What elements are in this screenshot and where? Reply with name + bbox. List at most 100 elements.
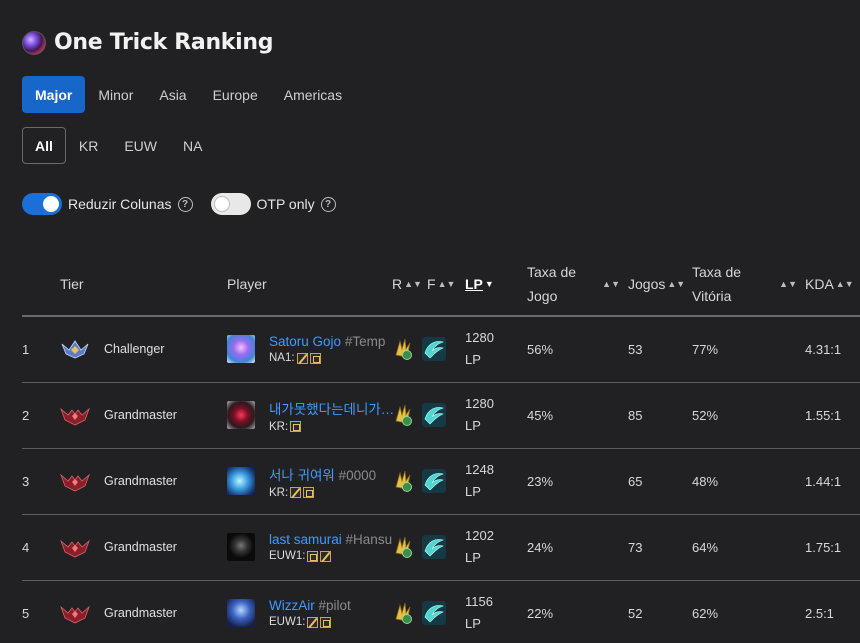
lp-unit: LP	[465, 550, 481, 565]
th-taxa-jogo[interactable]: Taxa de Jogo ▲▼	[527, 252, 628, 317]
runes-cell	[392, 448, 465, 515]
lp-cell: 1202 LP	[465, 514, 527, 581]
tier-cell: Grandmaster	[60, 580, 227, 643]
tab-asia[interactable]: Asia	[146, 76, 199, 113]
keystone-rune-icon[interactable]	[392, 469, 414, 493]
lp-unit: LP	[465, 352, 481, 368]
taxa-jogo-cell: 22%	[527, 580, 628, 643]
sort-icon: ▲▼	[835, 278, 854, 289]
keystone-rune-icon[interactable]	[392, 337, 414, 361]
lp-value: 1280	[465, 396, 494, 411]
sort-icon: ▲▼	[602, 278, 620, 289]
box-badge-icon	[290, 421, 302, 432]
summoner-spell-icon[interactable]	[422, 403, 446, 427]
player-cell: WizzAir #pilot EUW1:	[227, 580, 392, 643]
th-r[interactable]: R ▲▼	[392, 252, 427, 317]
tab-euw[interactable]: EUW	[111, 127, 170, 164]
summoner-spell-icon[interactable]	[422, 337, 446, 362]
player-wrap: last samurai #Hansu EUW1:	[227, 532, 392, 562]
tier-cell: Grandmaster	[60, 448, 227, 515]
server-label: KR:	[269, 420, 289, 433]
th-jogos[interactable]: Jogos ▲▼	[628, 252, 692, 317]
champion-avatar-icon[interactable]	[227, 467, 255, 495]
th-lp[interactable]: LP ▼	[465, 252, 527, 317]
player-tag: #0000	[338, 467, 377, 483]
keystone-rune-icon[interactable]	[392, 535, 414, 559]
slash-badge-icon	[296, 352, 308, 364]
reduce-columns-toggle-group: Reduzir Colunas ?	[22, 193, 193, 215]
tab-americas[interactable]: Americas	[271, 76, 355, 113]
tier-emblem-icon	[60, 407, 90, 426]
reduce-columns-switch[interactable]	[22, 193, 62, 215]
th-kda-label: KDA	[805, 275, 834, 292]
player-wrap: Satoru Gojo #Temp NA1:	[227, 334, 392, 364]
th-taxa-jogo-label-2: Jogo	[527, 287, 558, 304]
table-row[interactable]: 1 Challenger Satoru Gojo #Temp NA1: 1280…	[22, 316, 860, 383]
lp-cell: 1280 LP	[465, 316, 527, 383]
tier-name: Grandmaster	[104, 540, 177, 554]
lp-unit: LP	[465, 616, 481, 631]
th-f-label: F	[427, 275, 436, 292]
lp-value: 1156	[465, 594, 493, 609]
tab-all[interactable]: All	[22, 127, 66, 164]
tab-minor[interactable]: Minor	[85, 76, 146, 113]
tier-emblem-icon	[61, 340, 89, 359]
tier-cell: Grandmaster	[60, 382, 227, 449]
taxa-vitoria-cell: 48%	[692, 448, 805, 515]
th-jogos-label: Jogos	[628, 275, 666, 292]
otp-only-switch[interactable]	[210, 193, 251, 215]
kda-cell: 1.75:1	[805, 514, 860, 581]
summoner-spell-icon[interactable]	[422, 601, 446, 625]
sort-icon: ▲▼	[667, 278, 686, 289]
champion-avatar-icon[interactable]	[227, 401, 255, 429]
tab-na[interactable]: NA	[170, 127, 215, 164]
player-cell: 내가못했다는데니가… KR:	[227, 382, 394, 449]
slash-badge-icon	[290, 487, 302, 498]
th-player[interactable]: Player	[227, 252, 392, 317]
help-icon[interactable]: ?	[320, 196, 336, 212]
player-name-link[interactable]: last samurai	[269, 532, 342, 547]
tier-wrap: Grandmaster	[60, 536, 227, 558]
server-tabs: All KR EUW NA	[22, 127, 215, 164]
sort-icon: ▲▼	[779, 278, 797, 289]
sort-icon: ▲▼	[437, 278, 456, 289]
taxa-jogo-cell: 24%	[527, 514, 628, 581]
sort-desc-icon: ▼	[484, 278, 494, 289]
th-tier[interactable]: Tier	[60, 252, 227, 317]
summoner-spell-icon[interactable]	[422, 469, 446, 493]
player-wrap: WizzAir #pilot EUW1:	[227, 598, 392, 628]
switch-knob	[213, 196, 230, 212]
slash-badge-icon	[320, 550, 332, 562]
player-tag: #Temp	[344, 334, 386, 350]
tab-europe[interactable]: Europe	[200, 76, 271, 113]
keystone-rune-icon[interactable]	[392, 403, 414, 427]
player-wrap: 내가못했다는데니가… KR:	[227, 398, 394, 433]
champion-avatar-icon[interactable]	[227, 335, 255, 364]
table-header-row: Tier Player R ▲▼ F ▲▼ LP ▼ Taxa de Jogo ▲▼ Jo…	[22, 252, 860, 317]
table-row[interactable]: 3 Grandmaster 서나 귀여워 #0000 KR: 1248 LP 2…	[22, 448, 860, 515]
player-name-link[interactable]: 내가못했다는데니가…	[269, 402, 394, 417]
champion-avatar-icon[interactable]	[227, 599, 255, 627]
th-f[interactable]: F ▲▼	[427, 252, 465, 317]
kda-cell: 2.5:1	[805, 580, 860, 643]
lp-cell: 1248 LP	[465, 448, 527, 515]
player-name-link[interactable]: 서나 귀여워	[269, 468, 335, 483]
th-taxa-vitoria[interactable]: Taxa de Vitória ▲▼	[692, 252, 805, 317]
table-row[interactable]: 4 Grandmaster last samurai #Hansu EUW1:	[22, 514, 860, 581]
rank-cell: 4	[22, 514, 60, 581]
champion-avatar-icon[interactable]	[227, 533, 255, 561]
help-icon[interactable]: ?	[177, 196, 193, 212]
table-row[interactable]: 5 Grandmaster WizzAir #pilot EUW1: 1156 …	[22, 580, 860, 643]
reduce-columns-label: Reduzir Colunas	[68, 196, 172, 212]
player-name-link[interactable]: Satoru Gojo	[269, 334, 341, 349]
table-row[interactable]: 2 Grandmaster 내가못했다는데니가… KR: 1280 LP 45%…	[22, 382, 860, 449]
rank-cell: 3	[22, 448, 60, 515]
tab-kr[interactable]: KR	[66, 127, 111, 164]
th-kda[interactable]: KDA ▲▼	[805, 252, 860, 317]
otp-only-toggle-group: OTP only ?	[210, 193, 336, 215]
keystone-rune-icon[interactable]	[392, 601, 414, 625]
summoner-spell-icon[interactable]	[422, 535, 446, 559]
player-name-link[interactable]: WizzAir	[269, 598, 315, 613]
tab-major[interactable]: Major	[22, 76, 86, 113]
runes-cell	[392, 382, 465, 449]
